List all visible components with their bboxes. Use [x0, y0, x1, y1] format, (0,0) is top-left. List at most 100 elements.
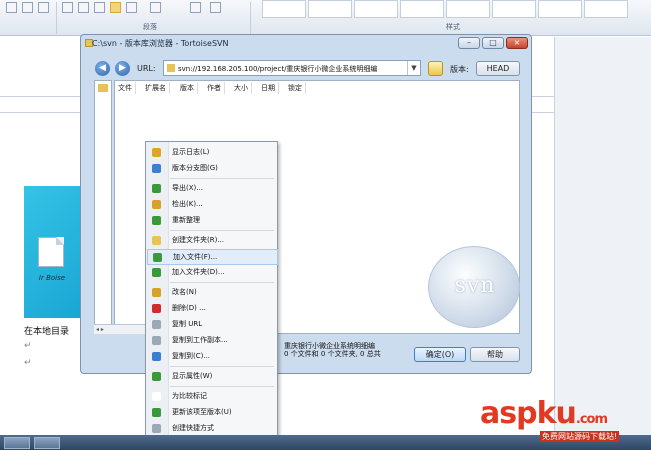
- column-header[interactable]: 锁定: [285, 82, 306, 94]
- delete-icon: [152, 304, 161, 313]
- menu-item[interactable]: 创建快捷方式: [147, 421, 276, 435]
- menu-item-label: 重新整理: [172, 216, 200, 224]
- style-gallery-item[interactable]: [446, 0, 490, 18]
- borders-icon[interactable]: [210, 2, 221, 13]
- font-color-icon[interactable]: [6, 2, 17, 13]
- ribbon-divider: [250, 2, 251, 34]
- menu-item[interactable]: 改名(N): [147, 285, 276, 299]
- menu-item[interactable]: 显示属性(W): [147, 369, 276, 383]
- folder-icon: [167, 64, 175, 72]
- copy-url-icon: [152, 320, 161, 329]
- justify-icon[interactable]: [110, 2, 121, 13]
- menu-item-label: 创建快捷方式: [172, 424, 214, 432]
- status-line: 0 个文件和 0 个文件夹, 0 总共: [284, 350, 381, 358]
- menu-item[interactable]: 检出(K)...: [147, 197, 276, 211]
- refresh-icon: [152, 216, 161, 225]
- revision-button[interactable]: HEAD: [476, 61, 520, 76]
- style-gallery-item[interactable]: [354, 0, 398, 18]
- column-header[interactable]: 文件: [115, 82, 136, 94]
- align-left-icon[interactable]: [62, 2, 73, 13]
- copy-to-icon: [152, 352, 161, 361]
- style-gallery-item[interactable]: [308, 0, 352, 18]
- style-gallery-item[interactable]: [584, 0, 628, 18]
- menu-separator: [170, 282, 274, 283]
- column-header[interactable]: 版本: [177, 82, 198, 94]
- ok-button[interactable]: 确定(O): [414, 347, 466, 362]
- menu-separator: [170, 386, 274, 387]
- properties-icon: [152, 372, 161, 381]
- align-center-icon[interactable]: [78, 2, 89, 13]
- style-gallery-item[interactable]: [492, 0, 536, 18]
- clear-format-icon[interactable]: [22, 2, 33, 13]
- add-folder-icon: [152, 268, 161, 277]
- copy-wc-icon: [152, 336, 161, 345]
- menu-item[interactable]: 版本分支图(G): [147, 161, 276, 175]
- maximize-button[interactable]: □: [482, 37, 504, 49]
- menu-item[interactable]: 创建文件夹(R)...: [147, 233, 276, 247]
- menu-item[interactable]: 加入文件(F)...: [147, 249, 278, 265]
- menu-item[interactable]: 更新该项至版本(U): [147, 405, 276, 419]
- column-header[interactable]: 扩展名: [142, 82, 170, 94]
- style-gallery-item[interactable]: [538, 0, 582, 18]
- column-header[interactable]: 日期: [258, 82, 279, 94]
- menu-item-label: 改名(N): [172, 288, 197, 296]
- back-button[interactable]: ◀: [95, 61, 110, 76]
- menu-item-label: 检出(K)...: [172, 200, 203, 208]
- url-field[interactable]: svn://192.168.205.100/project/重庆银行小微企业系统…: [163, 60, 421, 76]
- menu-item-label: 为比较标记: [172, 392, 207, 400]
- mark-icon: [152, 392, 161, 401]
- menu-item-label: 导出(X)...: [172, 184, 203, 192]
- close-button[interactable]: ×: [506, 37, 528, 49]
- folder-icon: [98, 84, 108, 92]
- url-label: URL:: [137, 64, 156, 73]
- menu-item-label: 复制到工作副本...: [172, 336, 228, 344]
- menu-item-label: 显示属性(W): [172, 372, 213, 380]
- checkout-icon: [152, 200, 161, 209]
- taskbar-button[interactable]: [4, 437, 30, 449]
- column-header[interactable]: 作者: [204, 82, 225, 94]
- menu-item-label: 复制到(C)...: [172, 352, 211, 360]
- menu-item[interactable]: 导出(X)...: [147, 181, 276, 195]
- shading-icon[interactable]: [190, 2, 201, 13]
- styles-group-label: 样式: [446, 23, 460, 31]
- char-border-icon[interactable]: [38, 2, 49, 13]
- folder-tree[interactable]: [94, 80, 112, 334]
- status-line: 重庆银行小微企业系统明细编: [284, 342, 375, 350]
- help-button[interactable]: 帮助: [470, 347, 520, 362]
- folder-icon: [152, 236, 161, 245]
- distribute-icon[interactable]: [126, 2, 137, 13]
- context-menu: 显示日志(L) 版本分支图(G) 导出(X)... 检出(K)... 重新整理创建文件夹…: [145, 141, 278, 436]
- paragraph-group-label: 段落: [143, 23, 157, 31]
- line-spacing-icon[interactable]: [150, 2, 161, 13]
- menu-separator: [170, 178, 274, 179]
- document-text: 在本地目录: [24, 327, 70, 337]
- ribbon: 段落 样式: [0, 0, 651, 36]
- horizontal-scrollbar[interactable]: ◂ ▸: [94, 324, 146, 334]
- refresh-button[interactable]: [428, 61, 443, 76]
- menu-item[interactable]: 删除(D) ...: [147, 301, 276, 315]
- menu-item[interactable]: 复制到(C)...: [147, 349, 276, 363]
- menu-item[interactable]: 为比较标记: [147, 389, 276, 403]
- rename-icon: [152, 288, 161, 297]
- menu-item-label: 更新该项至版本(U): [172, 408, 232, 416]
- taskbar-button[interactable]: [34, 437, 60, 449]
- column-header[interactable]: 大小: [231, 82, 252, 94]
- paragraph-mark: ↵: [24, 358, 32, 368]
- url-dropdown-icon[interactable]: ▼: [407, 61, 420, 75]
- menu-separator: [170, 366, 274, 367]
- style-gallery-item[interactable]: [400, 0, 444, 18]
- style-gallery-item[interactable]: [262, 0, 306, 18]
- menu-item[interactable]: 加入文件夹(D)...: [147, 265, 276, 279]
- add-file-icon: [153, 253, 162, 262]
- graph-icon: [152, 164, 161, 173]
- export-icon: [152, 184, 161, 193]
- menu-item[interactable]: 复制到工作副本...: [147, 333, 276, 347]
- menu-item[interactable]: 复制 URL: [147, 317, 276, 331]
- menu-item[interactable]: 显示日志(L): [147, 145, 276, 159]
- menu-item-label: 加入文件夹(D)...: [172, 268, 225, 276]
- menu-item[interactable]: 重新整理: [147, 213, 276, 227]
- minimize-button[interactable]: –: [458, 37, 480, 49]
- forward-button[interactable]: ▶: [115, 61, 130, 76]
- align-right-icon[interactable]: [94, 2, 105, 13]
- menu-separator: [170, 230, 274, 231]
